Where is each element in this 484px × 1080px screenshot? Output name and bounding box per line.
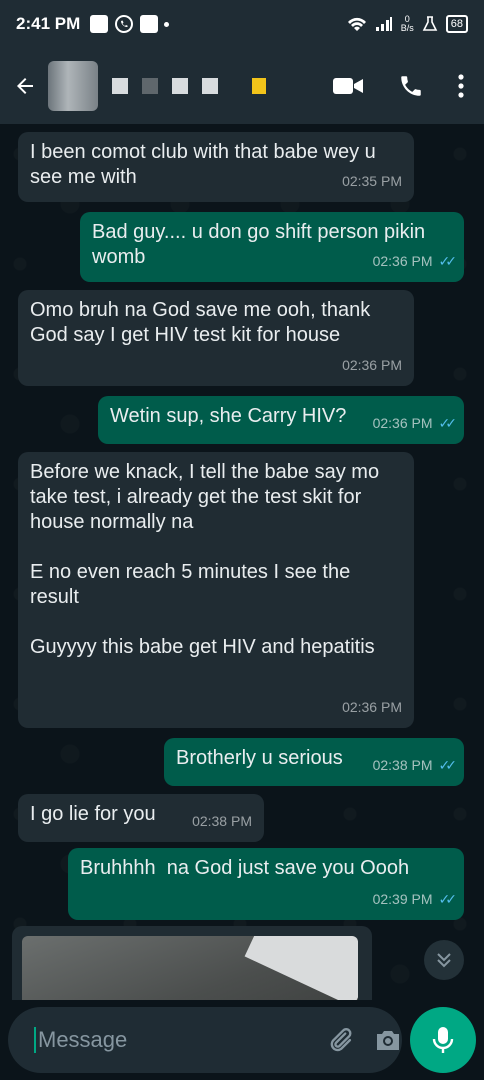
message-outgoing[interactable]: Wetin sup, she Carry HIV? 02:36 PM ✓✓: [98, 396, 464, 444]
voice-call-icon[interactable]: [398, 73, 424, 99]
read-receipt-icon: ✓✓: [438, 415, 458, 431]
battery-indicator: 68: [445, 15, 468, 33]
double-chevron-down-icon: [437, 953, 451, 968]
wifi-icon: [347, 17, 366, 31]
message-input[interactable]: [34, 1027, 326, 1053]
message-outgoing[interactable]: Bad guy.... u don go shift person pikin …: [80, 212, 464, 282]
message-incoming-image[interactable]: [12, 926, 372, 1000]
emoji-icon: [252, 78, 266, 94]
video-call-icon[interactable]: [332, 75, 364, 97]
message-time: 02:36 PM: [372, 415, 433, 431]
contact-avatar[interactable]: [48, 61, 98, 111]
notification-icon: [90, 15, 109, 33]
message-text: Bruhhhh na God just save you Oooh: [80, 857, 410, 879]
voice-record-button[interactable]: [410, 1007, 476, 1073]
whatsapp-icon: [115, 15, 134, 33]
message-time: 02:36 PM: [342, 357, 402, 373]
signal-icon: [375, 17, 392, 31]
attach-icon[interactable]: [326, 1026, 354, 1054]
status-bar: 2:41 PM 0 B/s 68: [0, 0, 484, 48]
message-outgoing[interactable]: Brotherly u serious 02:38 PM ✓✓: [164, 738, 464, 786]
message-text: Omo bruh na God save me ooh, thank God s…: [30, 299, 376, 346]
more-notifications-icon: [164, 21, 170, 27]
flask-icon: [422, 16, 438, 31]
message-incoming[interactable]: Omo bruh na God save me ooh, thank God s…: [18, 290, 414, 386]
mic-icon: [432, 1027, 454, 1053]
message-outgoing[interactable]: Bruhhhh na God just save you Oooh 02:39 …: [68, 848, 464, 920]
composer: [8, 1007, 402, 1073]
message-time: 02:38 PM: [372, 757, 433, 773]
composer-bar: [0, 1000, 484, 1080]
message-incoming[interactable]: Before we knack, I tell the babe say mo …: [18, 452, 414, 728]
scroll-to-bottom-button[interactable]: [424, 940, 464, 980]
contact-name-redacted[interactable]: [112, 78, 266, 94]
chat-header: [0, 48, 484, 124]
arrow-back-icon: [17, 78, 33, 94]
message-incoming[interactable]: I been comot club with that babe wey u s…: [18, 132, 414, 202]
image-attachment[interactable]: [22, 936, 358, 1000]
message-text: Before we knack, I tell the babe say mo …: [30, 461, 380, 658]
more-vert-icon[interactable]: [458, 74, 464, 98]
message-time: 02:36 PM: [372, 253, 433, 269]
message-time: 02:38 PM: [192, 813, 252, 829]
message-incoming[interactable]: I go lie for you 02:38 PM: [18, 794, 264, 842]
status-time: 2:41 PM: [16, 14, 81, 33]
net-speed: 0 B/s: [400, 14, 414, 33]
back-button[interactable]: [10, 71, 40, 101]
read-receipt-icon: ✓✓: [438, 891, 458, 907]
message-time: 02:36 PM: [342, 699, 402, 715]
read-receipt-icon: ✓✓: [438, 757, 458, 773]
camera-icon[interactable]: [374, 1027, 402, 1053]
message-list[interactable]: I been comot club with that babe wey u s…: [0, 124, 484, 1000]
read-receipt-icon: ✓✓: [438, 253, 458, 269]
message-time: 02:39 PM: [372, 891, 433, 907]
message-time: 02:35 PM: [342, 173, 402, 189]
notification-icon: [140, 15, 159, 33]
